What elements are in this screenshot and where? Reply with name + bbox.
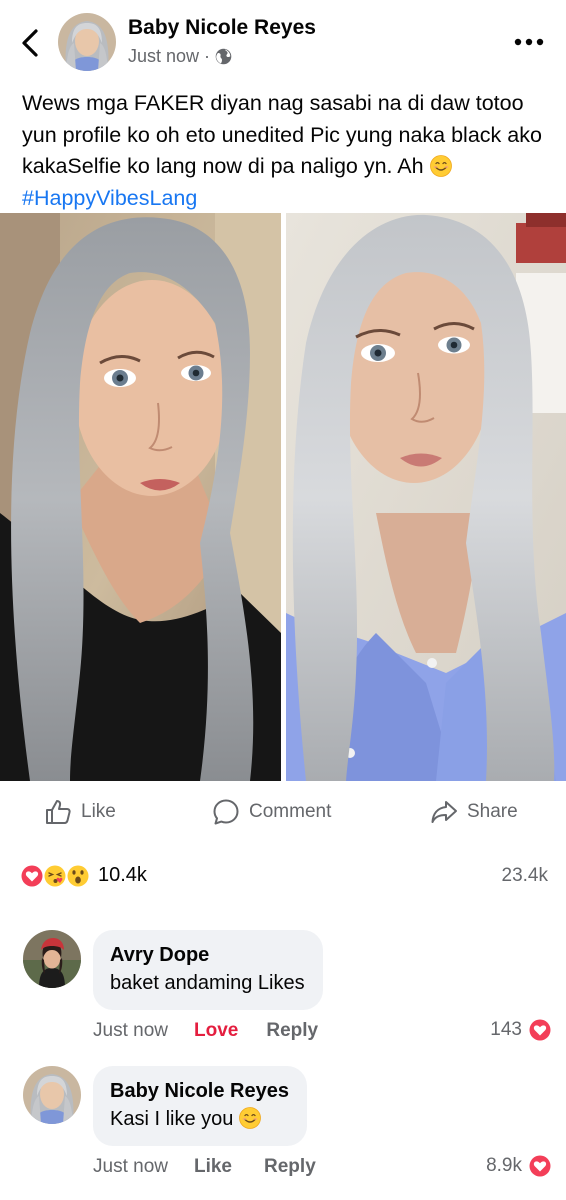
love-reaction-button[interactable]: Love — [194, 1020, 238, 1042]
comment-label: Comment — [249, 801, 332, 822]
comment-bubble-icon — [213, 799, 239, 825]
author-name[interactable]: Baby Nicole Reyes — [128, 16, 316, 40]
post-timestamp[interactable]: Just now — [128, 46, 199, 67]
post-body: Wews mga FAKER diyan nag sasabi na di da… — [22, 91, 542, 178]
wow-icon — [66, 864, 90, 888]
share-arrow-icon — [431, 801, 457, 823]
comment-text: Kasi I like you — [110, 1104, 289, 1134]
comment-reaction-number: 8.9k — [486, 1155, 522, 1176]
comment-bubble[interactable]: Baby Nicole Reyes Kasi I like you — [93, 1066, 307, 1146]
commenter-name[interactable]: Baby Nicole Reyes — [110, 1078, 289, 1104]
commenter-avatar[interactable] — [23, 1066, 81, 1124]
comment-reaction-number: 143 — [490, 1019, 522, 1040]
reply-button[interactable]: Reply — [264, 1156, 316, 1178]
comment-time: Just now — [93, 1156, 168, 1177]
comment-time: Just now — [93, 1020, 168, 1041]
comment-bubble[interactable]: Avry Dope baket andaming Likes — [93, 930, 323, 1010]
more-horizontal-icon — [514, 38, 544, 46]
like-comment-button[interactable]: Like — [194, 1156, 232, 1178]
meta-separator: · — [204, 46, 211, 66]
photo-left[interactable] — [0, 213, 281, 781]
reaction-icons[interactable] — [20, 862, 94, 890]
comment-meta: Just now Like Reply — [93, 1154, 316, 1180]
back-button[interactable] — [14, 26, 46, 60]
commenter-name[interactable]: Avry Dope — [110, 942, 305, 968]
comment-text: baket andaming Likes — [110, 972, 305, 994]
hashtag-link[interactable]: #HappyVibesLang — [22, 186, 197, 210]
love-icon — [20, 864, 44, 888]
smiling-face-emoji — [429, 155, 452, 177]
like-label: Like — [81, 801, 116, 822]
comment-reaction-count[interactable]: 8.9k — [486, 1154, 552, 1178]
love-icon — [528, 1154, 552, 1178]
comment-reaction-count[interactable]: 143 — [490, 1018, 552, 1042]
post-meta: Just now · — [128, 46, 232, 67]
smiling-face-emoji — [239, 1107, 261, 1129]
author-avatar[interactable] — [58, 13, 116, 71]
commenter-avatar[interactable] — [23, 930, 81, 988]
share-button[interactable]: Share — [430, 790, 518, 834]
more-options-button[interactable] — [512, 28, 546, 56]
share-label: Share — [467, 801, 518, 822]
love-icon — [528, 1018, 552, 1042]
comment-meta: Just now Love Reply — [93, 1018, 318, 1044]
photo-right[interactable] — [286, 213, 566, 781]
post-actions: Like Comment Share — [0, 790, 566, 834]
reaction-count[interactable]: 10.4k — [98, 864, 147, 887]
thumbs-up-icon — [46, 800, 71, 824]
post-header: Baby Nicole Reyes Just now · — [0, 0, 566, 82]
comment-body: Kasi I like you — [110, 1108, 239, 1130]
globe-icon — [215, 48, 232, 65]
comments-count[interactable]: 23.4k — [502, 865, 548, 887]
like-button[interactable]: Like — [44, 790, 116, 834]
post-photos — [0, 213, 566, 781]
reply-button[interactable]: Reply — [266, 1020, 318, 1042]
comment-button[interactable]: Comment — [212, 790, 331, 834]
kiss-heart-icon — [43, 864, 67, 888]
post-text: Wews mga FAKER diyan nag sasabi na di da… — [22, 88, 546, 214]
chevron-left-icon — [22, 29, 38, 57]
reactions-summary: 10.4k 23.4k — [20, 860, 550, 890]
